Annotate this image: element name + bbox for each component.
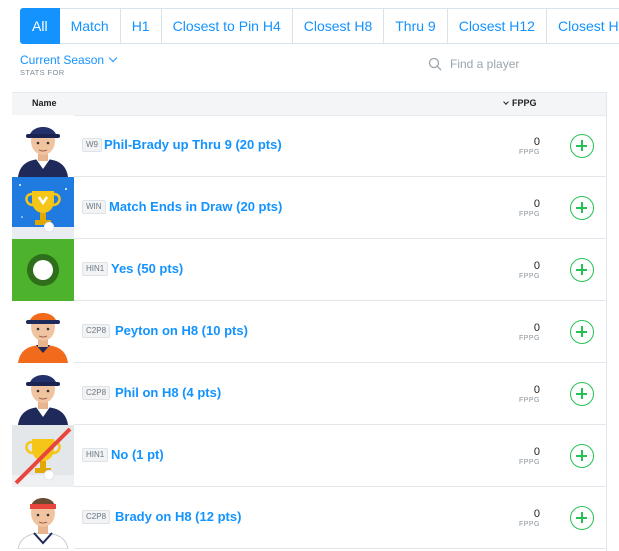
player-name-link[interactable]: Match Ends in Draw (20 pts) (109, 199, 282, 214)
add-player-button[interactable] (570, 196, 594, 220)
tab-closest-to-pin-h4[interactable]: Closest to Pin H4 (161, 8, 293, 44)
player-search (428, 54, 588, 74)
column-name: Name (32, 98, 57, 108)
position-badge: C2P8 (82, 324, 111, 338)
golfer-avatar (12, 301, 74, 363)
player-name-link[interactable]: Phil-Brady up Thru 9 (20 pts) (104, 137, 282, 152)
stats-for-label: STATS FOR (20, 68, 65, 77)
search-input[interactable] (450, 57, 580, 71)
tab-thru-9[interactable]: Thru 9 (384, 8, 448, 44)
fppg-label: FPPG (518, 273, 540, 280)
golfer-avatar (12, 115, 74, 177)
column-fppg-sort[interactable]: FPPG (503, 98, 537, 108)
chevron-down-icon (108, 53, 118, 63)
fppg-value: 0 (533, 384, 540, 396)
player-name-link[interactable]: No (1 pt) (111, 447, 164, 462)
tab-closest-h12[interactable]: Closest H12 (447, 8, 547, 44)
fppg-value: 0 (533, 446, 540, 458)
add-player-button[interactable] (570, 320, 594, 344)
search-icon (428, 57, 442, 71)
fppg-value: 0 (533, 198, 540, 210)
tab-match[interactable]: Match (59, 8, 121, 44)
table-header: Name FPPG (12, 92, 607, 116)
add-player-button[interactable] (570, 258, 594, 282)
add-player-button[interactable] (570, 134, 594, 158)
season-dropdown[interactable]: Current Season (20, 51, 118, 69)
golf-hole-avatar (12, 239, 74, 301)
add-player-button[interactable] (570, 506, 594, 530)
panel-divider (606, 92, 607, 551)
tab-closest-h16[interactable]: Closest H16 (546, 8, 619, 44)
sort-chevron-icon (503, 99, 509, 105)
table-row[interactable]: W9 Phil-Brady up Thru 9 (20 pts) 0 FPPG (12, 115, 607, 177)
trophy-avatar (12, 177, 74, 239)
player-name-link[interactable]: Phil on H8 (4 pts) (115, 385, 221, 400)
position-badge: WIN (82, 200, 106, 214)
fppg-label: FPPG (518, 397, 540, 404)
table-row[interactable]: C2P8 Peyton on H8 (10 pts) 0 FPPG (12, 301, 607, 363)
table-row[interactable]: HIN1 No (1 pt) 0 FPPG (12, 425, 607, 487)
position-badge: W9 (82, 138, 102, 152)
position-badge: C2P8 (82, 386, 111, 400)
table-row[interactable]: HIN1 Yes (50 pts) 0 FPPG (12, 239, 607, 301)
position-badge: HIN1 (82, 448, 109, 462)
table-row[interactable]: C2P8 Brady on H8 (12 pts) 0 FPPG (12, 487, 607, 549)
golfer-avatar (12, 487, 74, 549)
player-name-link[interactable]: Peyton on H8 (10 pts) (115, 323, 248, 338)
player-name-link[interactable]: Yes (50 pts) (111, 261, 183, 276)
column-fppg-label: FPPG (512, 98, 537, 108)
fppg-label: FPPG (518, 521, 540, 528)
table-row[interactable]: WIN Match Ends in Draw (20 pts) 0 FPPG (12, 177, 607, 239)
fppg-value: 0 (533, 322, 540, 334)
market-tabs: All Match H1 Closest to Pin H4 Closest H… (20, 8, 619, 44)
position-badge: C2P8 (82, 510, 111, 524)
trophy-crossed-avatar (12, 425, 74, 487)
fppg-label: FPPG (518, 335, 540, 342)
position-badge: HIN1 (82, 262, 109, 276)
fppg-value: 0 (533, 508, 540, 520)
tab-h1[interactable]: H1 (120, 8, 162, 44)
player-name-link[interactable]: Brady on H8 (12 pts) (115, 509, 241, 524)
fppg-value: 0 (533, 260, 540, 272)
fppg-value: 0 (533, 136, 540, 148)
fppg-label: FPPG (518, 149, 540, 156)
add-player-button[interactable] (570, 444, 594, 468)
fppg-label: FPPG (518, 459, 540, 466)
add-player-button[interactable] (570, 382, 594, 406)
tab-closest-h8[interactable]: Closest H8 (292, 8, 385, 44)
player-list: W9 Phil-Brady up Thru 9 (20 pts) 0 FPPG … (12, 115, 607, 549)
golfer-avatar (12, 363, 74, 425)
fppg-label: FPPG (518, 211, 540, 218)
tab-all[interactable]: All (20, 8, 60, 44)
table-row[interactable]: C2P8 Phil on H8 (4 pts) 0 FPPG (12, 363, 607, 425)
season-label: Current Season (20, 53, 105, 67)
